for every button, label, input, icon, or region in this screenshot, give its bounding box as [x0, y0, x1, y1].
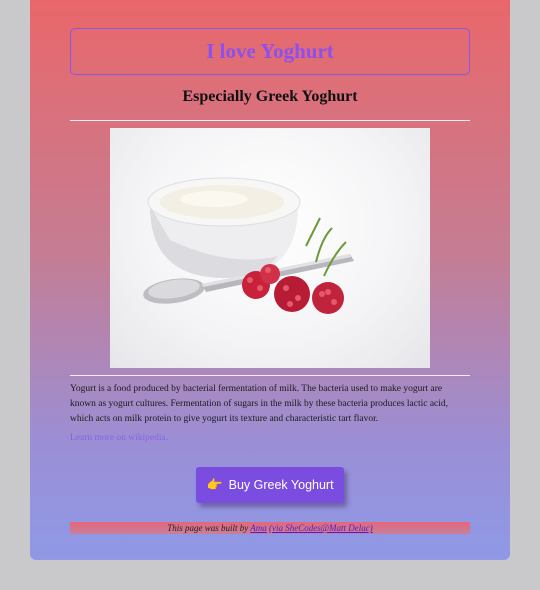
page-title: I love Yoghurt — [206, 39, 334, 63]
title-box: I love Yoghurt — [70, 28, 470, 75]
page-card: I love Yoghurt Especially Greek Yoghurt — [30, 0, 510, 560]
footer-credit-link[interactable]: (via SheCodes@Matt Delac) — [269, 523, 373, 533]
yoghurt-description: Yogurt is a food produced by bacterial f… — [70, 384, 449, 424]
yoghurt-image — [110, 128, 430, 368]
divider-bottom — [70, 375, 470, 376]
footer-prefix: This page was built by — [167, 523, 251, 533]
footer: This page was built by Ama (via SheCodes… — [70, 522, 470, 534]
buy-greek-yoghurt-button[interactable]: 👉 Buy Greek Yoghurt — [196, 467, 344, 503]
footer-author-link[interactable]: Ama — [250, 523, 267, 533]
buy-button-label: Buy Greek Yoghurt — [228, 478, 334, 492]
wikipedia-link[interactable]: Learn more on wikipedia. — [70, 433, 168, 443]
pointing-hand-icon: 👉 — [206, 477, 223, 492]
page-subtitle: Especially Greek Yoghurt — [182, 88, 358, 105]
divider-top — [70, 120, 470, 121]
